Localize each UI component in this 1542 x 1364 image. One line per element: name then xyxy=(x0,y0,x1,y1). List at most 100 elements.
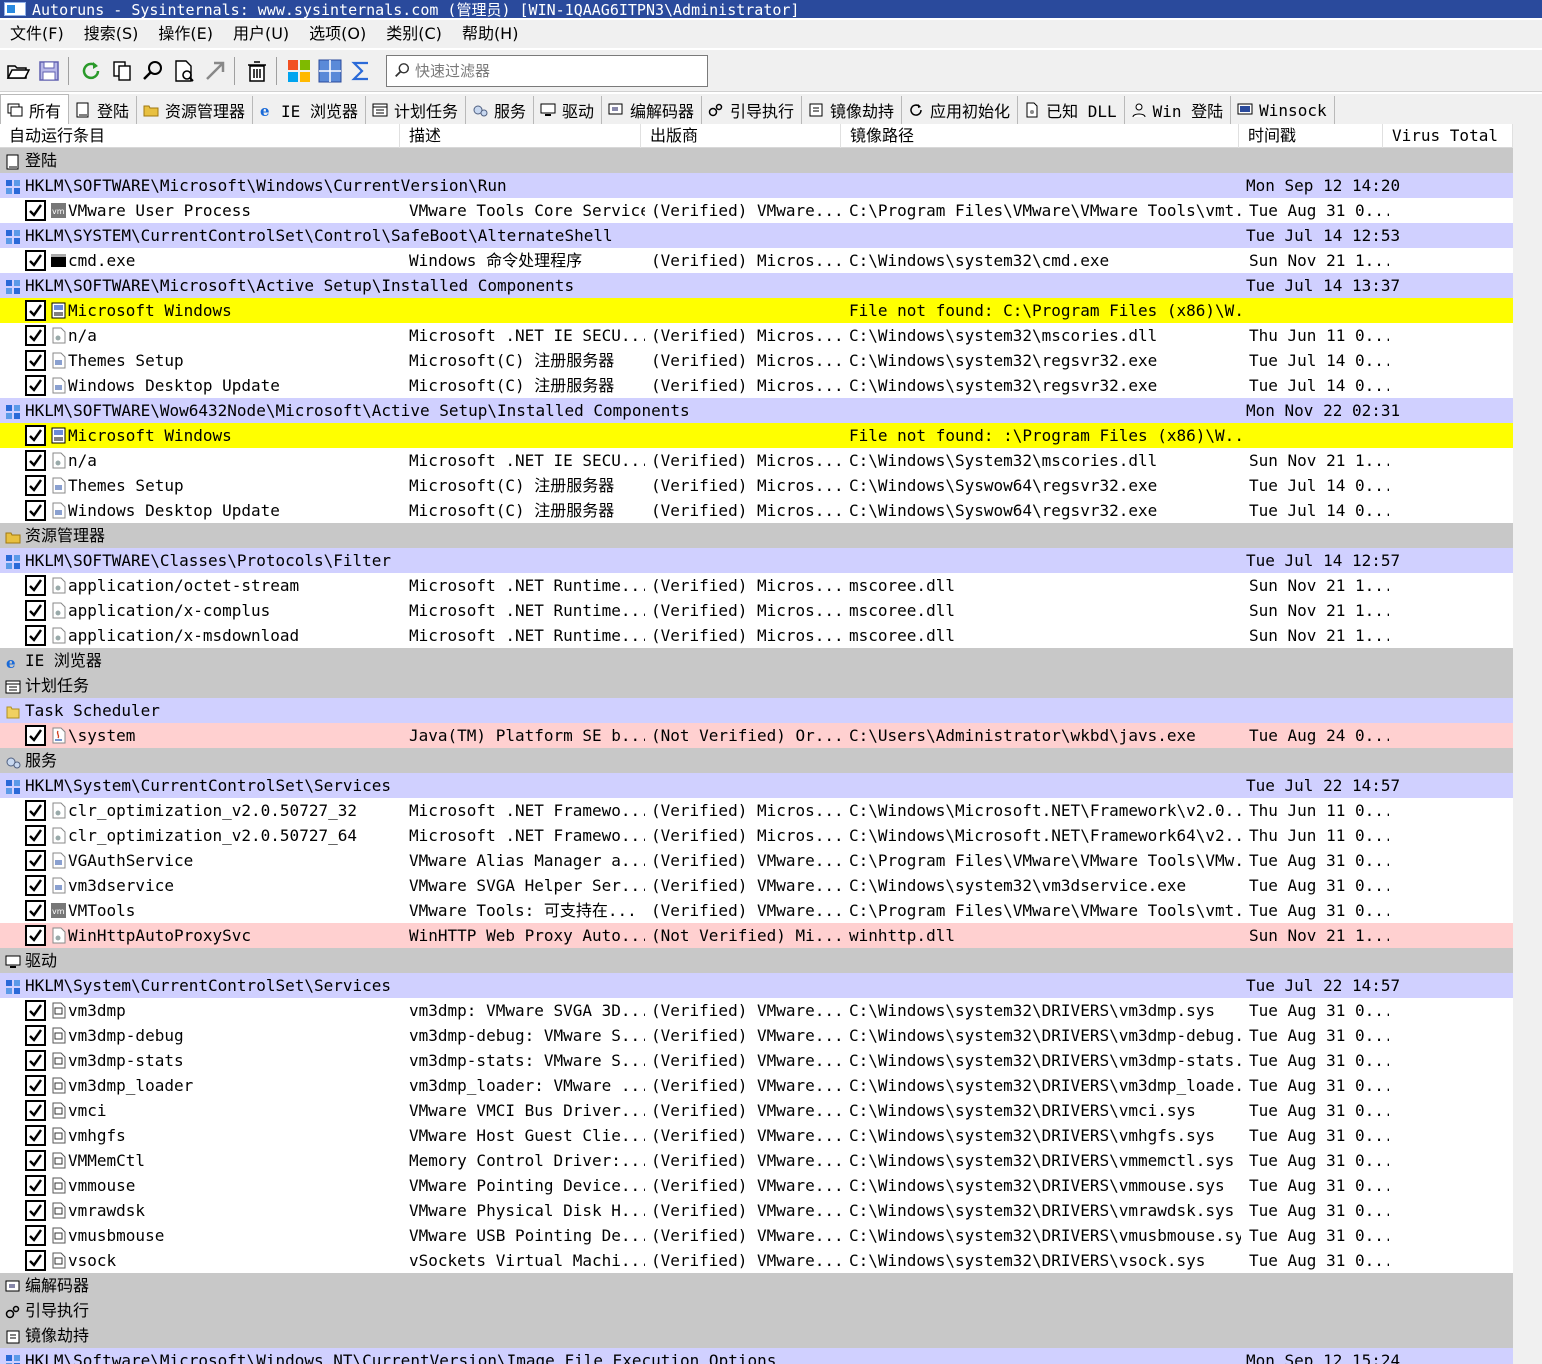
column-timestamp[interactable]: 时间戳 xyxy=(1239,124,1383,148)
tab-boot-execute[interactable]: 引导执行 xyxy=(702,96,803,124)
enable-checkbox[interactable] xyxy=(25,800,46,821)
column-description[interactable]: 描述 xyxy=(400,124,641,148)
find-icon[interactable] xyxy=(140,57,166,85)
enable-checkbox[interactable] xyxy=(25,250,46,271)
registry-key-row[interactable]: HKLM\SOFTWARE\Microsoft\Active Setup\Ins… xyxy=(0,273,1513,298)
tab-winlogon[interactable]: Win 登陆 xyxy=(1125,96,1232,124)
registry-key-row[interactable]: HKLM\System\CurrentControlSet\Services Tu… xyxy=(0,773,1513,798)
enable-checkbox[interactable] xyxy=(25,900,46,921)
autorun-entry-row[interactable]: Microsoft Windows File not found: :\Progr… xyxy=(0,423,1513,448)
menu-item-0[interactable]: 文件(F) xyxy=(0,20,74,48)
category-row[interactable]: 登陆 xyxy=(0,148,1513,173)
tab-services[interactable]: 服务 xyxy=(466,96,534,124)
autorun-entry-row[interactable]: vm3dmp_loader vm3dmp_loader: VMware ... (V… xyxy=(0,1073,1513,1098)
enable-checkbox[interactable] xyxy=(25,1150,46,1171)
folder-row[interactable]: Task Scheduler xyxy=(0,698,1513,723)
online-search-icon[interactable] xyxy=(171,57,197,85)
autorun-entry-row[interactable]: vmrawdsk VMware Physical Disk H... (Verifi… xyxy=(0,1198,1513,1223)
menu-item-2[interactable]: 操作(E) xyxy=(148,20,223,48)
tab-image-hijacks[interactable]: 镜像劫持 xyxy=(802,96,903,124)
autorun-entry-row[interactable]: vsock vSockets Virtual Machi... (Verified)… xyxy=(0,1248,1513,1273)
tab-all[interactable]: 所有 xyxy=(0,94,70,124)
enable-checkbox[interactable] xyxy=(25,850,46,871)
enable-checkbox[interactable] xyxy=(25,375,46,396)
autorun-entry-row[interactable]: vmusbmouse VMware USB Pointing De... (Veri… xyxy=(0,1223,1513,1248)
category-row[interactable]: e IE 浏览器 xyxy=(0,648,1513,673)
enable-checkbox[interactable] xyxy=(25,1125,46,1146)
menu-item-1[interactable]: 搜索(S) xyxy=(74,20,149,48)
sigma-icon[interactable] xyxy=(348,57,374,85)
quick-filter-input[interactable]: 快速过滤器 xyxy=(386,54,708,87)
autorun-entry-row[interactable]: application/x-msdownload Microsoft .NET R… xyxy=(0,623,1513,648)
autorun-entry-row[interactable]: n/a Microsoft .NET IE SECU... (Verified) M… xyxy=(0,448,1513,473)
tab-drivers[interactable]: 驱动 xyxy=(534,96,602,124)
enable-checkbox[interactable] xyxy=(25,575,46,596)
registry-key-row[interactable]: HKLM\Software\Microsoft\Windows NT\Curre… xyxy=(0,1348,1513,1364)
enable-checkbox[interactable] xyxy=(25,625,46,646)
tab-explorer[interactable]: 资源管理器 xyxy=(137,96,254,124)
column-autorun-entry[interactable]: 自动运行条目 xyxy=(0,124,400,148)
enable-checkbox[interactable] xyxy=(25,825,46,846)
autorun-entry-row[interactable]: application/x-complus Microsoft .NET Runt… xyxy=(0,598,1513,623)
autorun-entry-row[interactable]: vm3dmp-stats vm3dmp-stats: VMware S... (Ve… xyxy=(0,1048,1513,1073)
delete-icon[interactable] xyxy=(244,57,270,85)
autorun-entry-row[interactable]: cmd.exe Windows 命令处理程序 (Verified) Micros..… xyxy=(0,248,1513,273)
enable-checkbox[interactable] xyxy=(25,600,46,621)
menu-item-3[interactable]: 用户(U) xyxy=(223,20,299,48)
category-row[interactable]: 服务 xyxy=(0,748,1513,773)
registry-key-row[interactable]: HKLM\SOFTWARE\Classes\Protocols\Filter Tu… xyxy=(0,548,1513,573)
enable-checkbox[interactable] xyxy=(25,1100,46,1121)
autorun-entry-row[interactable]: Windows Desktop Update Microsoft(C) 注册服务器… xyxy=(0,498,1513,523)
enable-checkbox[interactable] xyxy=(25,725,46,746)
autorun-entry-row[interactable]: clr_optimization_v2.0.50727_64 Microsoft … xyxy=(0,823,1513,848)
autorun-entry-row[interactable]: vmmouse VMware Pointing Device... (Verifie… xyxy=(0,1173,1513,1198)
autorun-entry-row[interactable]: vm3dmp vm3dmp: VMware SVGA 3D... (Verified… xyxy=(0,998,1513,1023)
vertical-scrollbar[interactable] xyxy=(1513,124,1542,1364)
enable-checkbox[interactable] xyxy=(25,325,46,346)
category-row[interactable]: 资源管理器 xyxy=(0,523,1513,548)
tab-appinit[interactable]: 应用初始化 xyxy=(902,96,1019,124)
tab-scheduled-task[interactable]: 计划任务 xyxy=(366,96,466,124)
windows-entries-icon[interactable] xyxy=(286,57,312,85)
menu-item-6[interactable]: 帮助(H) xyxy=(452,20,529,48)
autorun-entry-row[interactable]: vm VMTools VMware Tools: 可支持在... (Verified)… xyxy=(0,898,1513,923)
category-row[interactable]: 计划任务 xyxy=(0,673,1513,698)
tab-winsock[interactable]: Winsock xyxy=(1231,96,1335,124)
category-row[interactable]: 编解码器 xyxy=(0,1273,1513,1298)
enable-checkbox[interactable] xyxy=(25,500,46,521)
enable-checkbox[interactable] xyxy=(25,1000,46,1021)
tab-known-dll[interactable]: 已知 DLL xyxy=(1018,96,1125,124)
registry-key-row[interactable]: HKLM\System\CurrentControlSet\Services Tu… xyxy=(0,973,1513,998)
copy-icon[interactable] xyxy=(109,57,135,85)
enable-checkbox[interactable] xyxy=(25,1050,46,1071)
grid-icon[interactable] xyxy=(317,57,343,85)
autorun-entry-row[interactable]: Themes Setup Microsoft(C) 注册服务器 (Verified)… xyxy=(0,348,1513,373)
enable-checkbox[interactable] xyxy=(25,1250,46,1271)
enable-checkbox[interactable] xyxy=(25,425,46,446)
autorun-entry-row[interactable]: Windows Desktop Update Microsoft(C) 注册服务器… xyxy=(0,373,1513,398)
save-icon[interactable] xyxy=(36,57,62,85)
enable-checkbox[interactable] xyxy=(25,875,46,896)
enable-checkbox[interactable] xyxy=(25,1025,46,1046)
autorun-entry-row[interactable]: n/a Microsoft .NET IE SECU... (Verified) M… xyxy=(0,323,1513,348)
autorun-entry-row[interactable]: vmhgfs VMware Host Guest Clie... (Verified… xyxy=(0,1123,1513,1148)
autorun-entry-row[interactable]: application/octet-stream Microsoft .NET R… xyxy=(0,573,1513,598)
autorun-entry-row[interactable]: VGAuthService VMware Alias Manager a... (V… xyxy=(0,848,1513,873)
registry-key-row[interactable]: HKLM\SYSTEM\CurrentControlSet\Control\Sa… xyxy=(0,223,1513,248)
autorun-entry-row[interactable]: VMMemCtl Memory Control Driver:... (Verifi… xyxy=(0,1148,1513,1173)
tab-ie[interactable]: e IE 浏览器 xyxy=(253,96,366,124)
column-image-path[interactable]: 镜像路径 xyxy=(841,124,1239,148)
enable-checkbox[interactable] xyxy=(25,1175,46,1196)
open-icon[interactable] xyxy=(5,57,31,85)
enable-checkbox[interactable] xyxy=(25,1200,46,1221)
autorun-entry-row[interactable]: vm VMware User Process VMware Tools Core S… xyxy=(0,198,1513,223)
registry-key-row[interactable]: HKLM\SOFTWARE\Wow6432Node\Microsoft\Acti… xyxy=(0,398,1513,423)
enable-checkbox[interactable] xyxy=(25,475,46,496)
enable-checkbox[interactable] xyxy=(25,1225,46,1246)
tab-logon[interactable]: 登陆 xyxy=(69,96,138,124)
enable-checkbox[interactable] xyxy=(25,925,46,946)
menu-item-5[interactable]: 类别(C) xyxy=(376,20,452,48)
jump-icon[interactable] xyxy=(202,57,228,85)
tab-codecs[interactable]: 编解码器 xyxy=(602,96,703,124)
autorun-entry-row[interactable]: vmci VMware VMCI Bus Driver... (Verified) … xyxy=(0,1098,1513,1123)
